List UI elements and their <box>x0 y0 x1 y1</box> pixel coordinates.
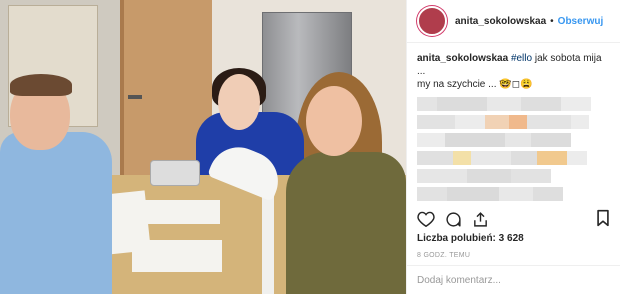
blurred-comments <box>417 97 610 201</box>
header-separator: • <box>550 15 554 27</box>
post-sidebar: anita_sokolowskaa • Obserwuj anita_sokol… <box>406 0 620 294</box>
caption-username[interactable]: anita_sokolowskaa <box>417 53 508 64</box>
follow-button[interactable]: Obserwuj <box>558 16 604 27</box>
avatar[interactable] <box>417 6 447 36</box>
bookmark-icon[interactable] <box>596 209 610 232</box>
photo-woman-right <box>286 152 406 294</box>
photo-man-hair <box>10 74 72 96</box>
post-header: anita_sokolowskaa • Obserwuj <box>407 0 620 43</box>
add-comment-bar: Dodaj komentarz... <box>407 265 620 294</box>
caption-line-1: anita_sokolowskaa #ello jak sobota mija … <box>417 52 610 78</box>
photo-papers <box>132 200 220 224</box>
instagram-post: anita_sokolowskaa • Obserwuj anita_sokol… <box>0 0 620 294</box>
photo-papers <box>132 240 222 272</box>
photo-woman-center-face <box>218 74 260 130</box>
photo-door-handle <box>128 95 142 99</box>
photo-woman-right-face <box>306 86 362 156</box>
share-icon[interactable] <box>472 211 489 228</box>
post-actions <box>417 209 489 229</box>
comment-icon[interactable] <box>445 211 462 228</box>
post-photo[interactable] <box>0 0 406 294</box>
caption-hashtag[interactable]: #ello <box>511 53 532 64</box>
caption-line-2: my na szychcie ... 🤓◻😩 <box>417 79 533 90</box>
photo-man <box>0 132 112 294</box>
likes-count[interactable]: Liczba polubień: 3 628 <box>417 233 524 244</box>
photo-desk-phone <box>150 160 200 186</box>
comment-input[interactable]: Dodaj komentarz... <box>417 275 501 286</box>
caption: anita_sokolowskaa #ello jak sobota mija … <box>407 43 620 201</box>
post-date[interactable]: 8 GODZ. TEMU <box>417 252 470 259</box>
header-username[interactable]: anita_sokolowskaa <box>455 16 546 27</box>
heart-icon[interactable] <box>417 211 435 227</box>
